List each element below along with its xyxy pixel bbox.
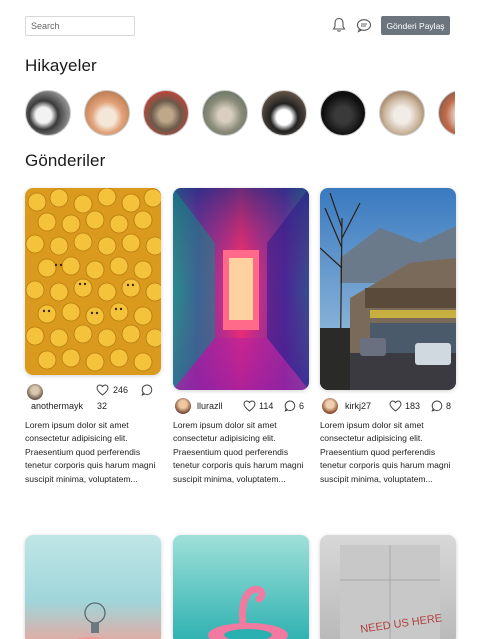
story-avatar[interactable] (320, 90, 366, 136)
user-avatar[interactable] (175, 398, 191, 414)
post-image[interactable] (25, 188, 161, 375)
like-count[interactable]: 183 (389, 400, 420, 412)
heart-icon[interactable] (96, 384, 109, 396)
heart-icon[interactable] (389, 400, 402, 412)
search-input[interactable] (25, 16, 135, 36)
story-avatar[interactable] (25, 90, 71, 136)
user-avatar[interactable] (322, 398, 338, 414)
comment-icon[interactable] (431, 400, 443, 412)
post-image[interactable]: NEED US HERE (320, 535, 456, 639)
user-avatar[interactable] (27, 384, 43, 400)
username[interactable]: kirkj27 (345, 401, 371, 411)
stories-strip[interactable] (25, 90, 455, 138)
story-avatar[interactable] (261, 90, 307, 136)
comment-icon[interactable] (141, 384, 153, 396)
comment-count: 32 (97, 401, 108, 411)
like-count-value: 114 (259, 401, 274, 411)
post-image[interactable] (25, 535, 161, 639)
story-avatar[interactable] (84, 90, 130, 136)
post-description: Lorem ipsum dolor sit amet consectetur a… (173, 420, 304, 484)
comment-count[interactable]: 6 (284, 400, 304, 412)
post-image[interactable] (173, 535, 309, 639)
post-description: Lorem ipsum dolor sit amet consectetur a… (320, 420, 451, 484)
story-avatar[interactable] (202, 90, 248, 136)
stories-title: Hikayeler (25, 56, 97, 75)
story-avatar[interactable] (438, 90, 455, 136)
like-count-value: 246 (113, 385, 129, 395)
comment-count[interactable]: 8 (431, 400, 451, 412)
post-image[interactable] (320, 188, 456, 390)
story-avatar[interactable] (143, 90, 189, 136)
username[interactable]: anothermayk (31, 401, 83, 411)
comment-count-value: 6 (299, 401, 305, 411)
top-bar: Gönderi Paylaş (0, 0, 478, 48)
like-count[interactable]: 246 (96, 384, 128, 396)
posts-title: Gönderiler (25, 151, 106, 170)
story-avatar[interactable] (379, 90, 425, 136)
comment-count-value: 8 (446, 401, 452, 411)
comment-icon[interactable] (284, 400, 296, 412)
like-count-value: 183 (405, 401, 421, 411)
bell-icon[interactable] (330, 15, 348, 35)
like-count[interactable]: 114 (243, 400, 273, 412)
chat-icon[interactable] (355, 15, 373, 35)
post-image[interactable] (173, 188, 309, 390)
share-post-button[interactable]: Gönderi Paylaş (381, 16, 450, 35)
username[interactable]: llurazll (197, 401, 223, 411)
post-description: Lorem ipsum dolor sit amet consectetur a… (25, 420, 156, 484)
heart-icon[interactable] (243, 400, 256, 412)
